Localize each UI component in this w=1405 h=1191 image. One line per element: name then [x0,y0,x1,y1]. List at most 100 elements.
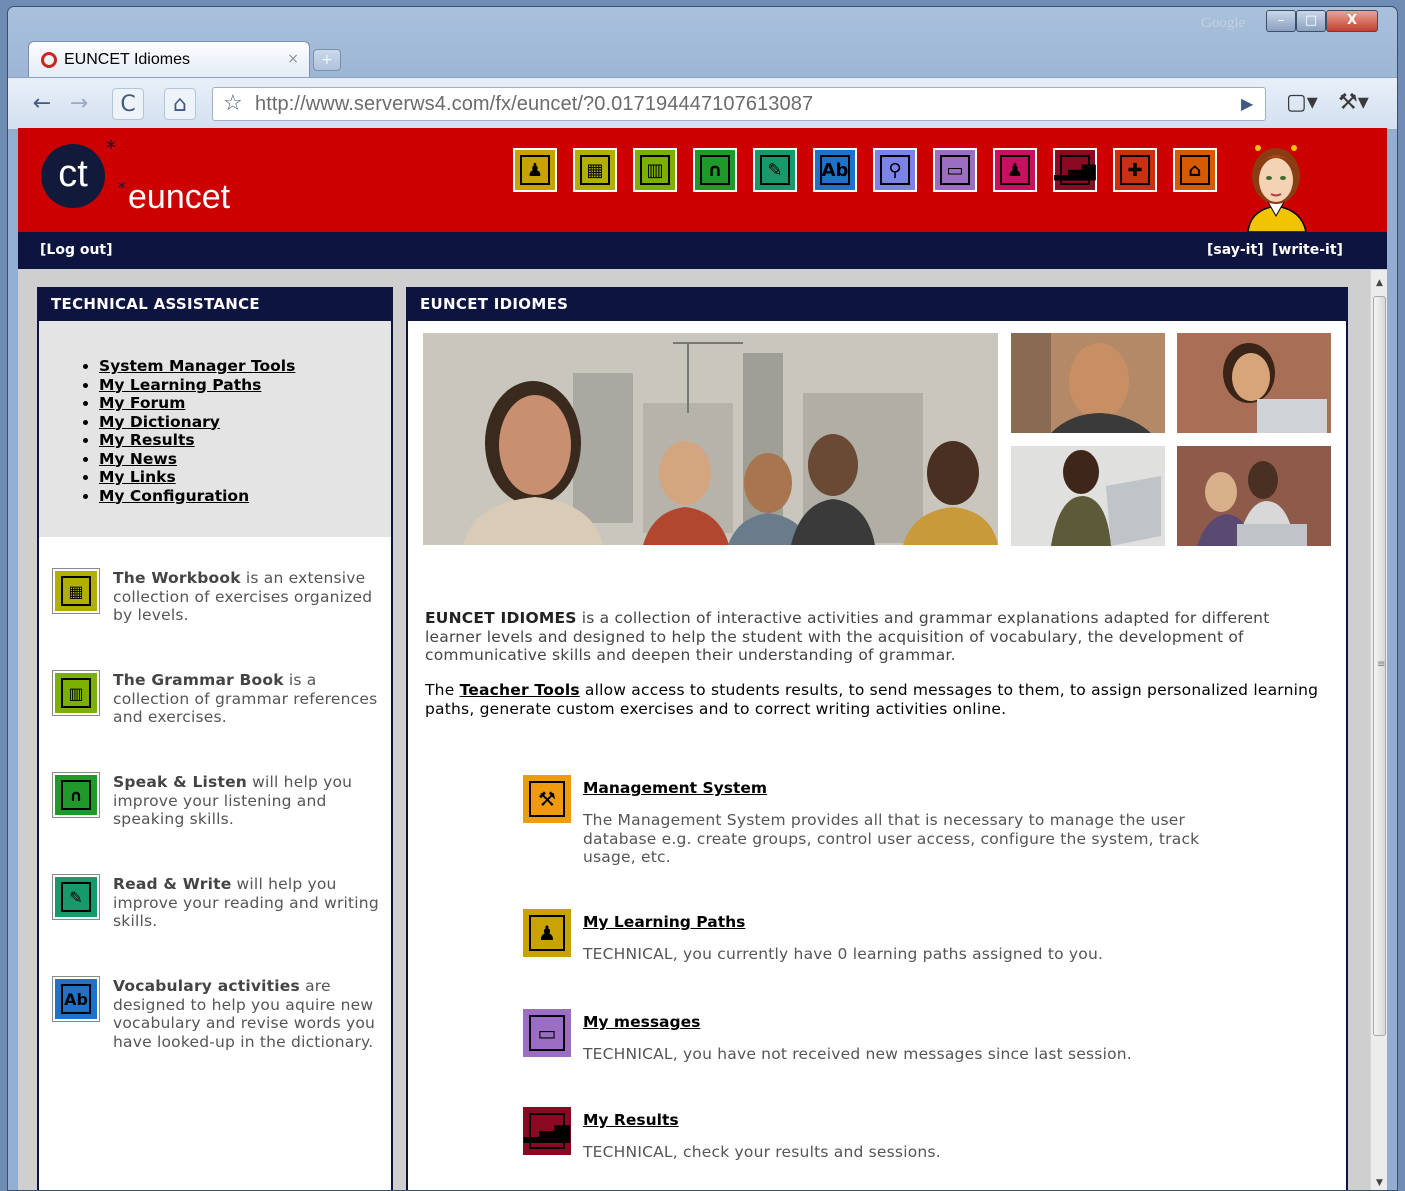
workbook-icon[interactable]: ▦ [573,148,617,192]
menu-item: My News [99,450,391,469]
feature-name: Read & Write [113,875,232,893]
home-icon[interactable]: ⌂ [164,88,196,120]
logo[interactable]: ct [41,144,105,208]
feature-icon[interactable]: ▥ [52,670,100,716]
browser-tab[interactable]: EUNCET Idiomes × [28,41,310,77]
read-write-icon-glyph: ✎ [760,155,790,185]
service-description: TECHNICAL, you have not received new mes… [583,1045,1132,1063]
dictionary-search-icon[interactable]: ⚲ [873,148,917,192]
results-icon[interactable]: ▂▄▆ [1053,148,1097,192]
site-header: ct * * euncet ♟ ▦ ▥ ∩ ✎ Ab ⚲ ▭ ♟ ▂▄▆ ✚ ⌂ [18,128,1387,232]
title-bar: Google – □ X [8,7,1397,41]
feature-icon[interactable]: ✎ [52,874,100,920]
service-icon[interactable]: ▂▄▆ [523,1107,571,1155]
technical-assistance-panel: TECHNICAL ASSISTANCE System Manager Tool… [37,287,393,1190]
logo-wordmark: euncet [128,178,231,216]
bookmark-star-icon[interactable]: ☆ [223,91,243,116]
menu-link[interactable]: My Results [99,431,195,449]
teacher-icon[interactable]: ♟ [513,148,557,192]
page-menu-icon[interactable]: ▢▾ [1286,90,1318,115]
close-button[interactable]: X [1326,10,1378,32]
intro-paragraph: EUNCET IDIOMES is a collection of intera… [425,609,1325,665]
hero-illustration [423,333,998,545]
first-aid-icon[interactable]: ✚ [1113,148,1157,192]
service-title-link[interactable]: Management System [583,779,1223,797]
wrench-menu-icon[interactable]: ⚒▾ [1338,90,1369,115]
service-glyph-icon: ⚒ [529,781,565,817]
minimize-button[interactable]: – [1266,10,1296,32]
service-glyph-icon: ▭ [529,1015,565,1051]
feature-icon[interactable]: ▦ [52,568,100,614]
favicon-icon [41,51,57,68]
scroll-down-arrow-icon[interactable]: ▼ [1371,1178,1387,1188]
grammar-book-icon[interactable]: ▥ [633,148,677,192]
service-icon[interactable]: ▭ [523,1009,571,1057]
menu-link[interactable]: My Forum [99,394,185,412]
address-bar[interactable]: ☆ http://www.serverws4.com/fx/euncet/?0.… [212,87,1266,121]
logo-star-icon: * [118,178,126,197]
teacher-tools-link[interactable]: Teacher Tools [460,681,580,699]
menu-link[interactable]: My Configuration [99,487,249,505]
service-icon[interactable]: ⚒ [523,775,571,823]
service-body: My Results TECHNICAL, check your results … [583,1107,1223,1162]
menu-link[interactable]: System Manager Tools [99,357,295,375]
forward-arrow-icon[interactable]: → [63,88,95,120]
write-it-link[interactable]: [write-it] [1272,242,1343,258]
service-glyph-icon: ▂▄▆ [524,1113,570,1149]
scroll-thumb[interactable]: ≡ [1373,296,1386,1036]
service-title-link[interactable]: My Results [583,1111,1223,1129]
go-arrow-icon[interactable]: ▶ [1241,94,1253,113]
feature-item: Ab Vocabulary activities are designed to … [52,976,385,1051]
menu-link[interactable]: My Links [99,468,176,486]
feature-glyph-icon: ∩ [61,780,91,810]
menu-link[interactable]: My Learning Paths [99,376,261,394]
home-icon[interactable]: ⌂ [1173,148,1217,192]
service-body: My messages TECHNICAL, you have not recei… [583,1009,1223,1064]
feature-icon[interactable]: ∩ [52,772,100,818]
messages-icon[interactable]: ▭ [933,148,977,192]
speak-listen-icon[interactable]: ∩ [693,148,737,192]
scroll-up-arrow-icon[interactable]: ▲ [1371,278,1387,288]
feature-item: ∩ Speak & Listen will help you improve yo… [52,772,385,829]
menu-item: System Manager Tools [99,357,391,376]
browser-toolbar: ← → C ⌂ ☆ http://www.serverws4.com/fx/eu… [8,77,1397,129]
new-tab-button[interactable]: + [313,49,341,71]
vocabulary-icon[interactable]: Ab [813,148,857,192]
back-arrow-icon[interactable]: ← [26,88,58,120]
service-body: My Learning Paths TECHNICAL, you currentl… [583,909,1223,964]
speak-listen-icon-glyph: ∩ [700,155,730,185]
service-icon[interactable]: ♟ [523,909,571,957]
forum-users-icon[interactable]: ♟ [993,148,1037,192]
feature-icon[interactable]: Ab [52,976,100,1022]
service-title-link[interactable]: My Learning Paths [583,913,1223,931]
service-item: ⚒ Management System The Management System … [523,775,1223,867]
feature-description: The Grammar Book is a collection of gram… [113,671,385,727]
menu-link[interactable]: My News [99,450,177,468]
teacher-pre-text: The [425,681,460,699]
feature-glyph-icon: ▥ [61,678,91,708]
service-description: TECHNICAL, check your results and sessio… [583,1143,941,1161]
menu-item: My Results [99,431,391,450]
reload-icon[interactable]: C [112,88,144,120]
url-text: http://www.serverws4.com/fx/euncet/?0.01… [255,92,814,115]
service-title-link[interactable]: My messages [583,1013,1223,1031]
scroll-grip-icon: ≡ [1377,659,1386,670]
photo-thumbnail [1011,446,1165,546]
feature-item: ▥ The Grammar Book is a collection of gra… [52,670,385,727]
menu-item: My Learning Paths [99,376,391,395]
say-it-link[interactable]: [say-it] [1207,242,1264,258]
assistant-avatar [1247,145,1307,232]
read-write-icon[interactable]: ✎ [753,148,797,192]
tab-close-icon[interactable]: × [287,51,299,67]
vertical-scrollbar[interactable]: ▲ ≡ ▼ [1370,270,1387,1190]
grammar-book-icon-glyph: ▥ [640,155,670,185]
service-body: Management System The Management System p… [583,775,1223,867]
results-icon-glyph: ▂▄▆ [1054,155,1096,185]
service-description: The Management System provides all that … [583,811,1200,866]
feature-description: The Workbook is an extensive collection … [113,569,385,625]
first-aid-icon-glyph: ✚ [1120,155,1150,185]
logout-link[interactable]: [Log out] [40,242,113,258]
menu-link[interactable]: My Dictionary [99,413,220,431]
maximize-button[interactable]: □ [1296,10,1326,32]
browser-window: Google – □ X EUNCET Idiomes × + ← → C ⌂ … [7,6,1398,1191]
